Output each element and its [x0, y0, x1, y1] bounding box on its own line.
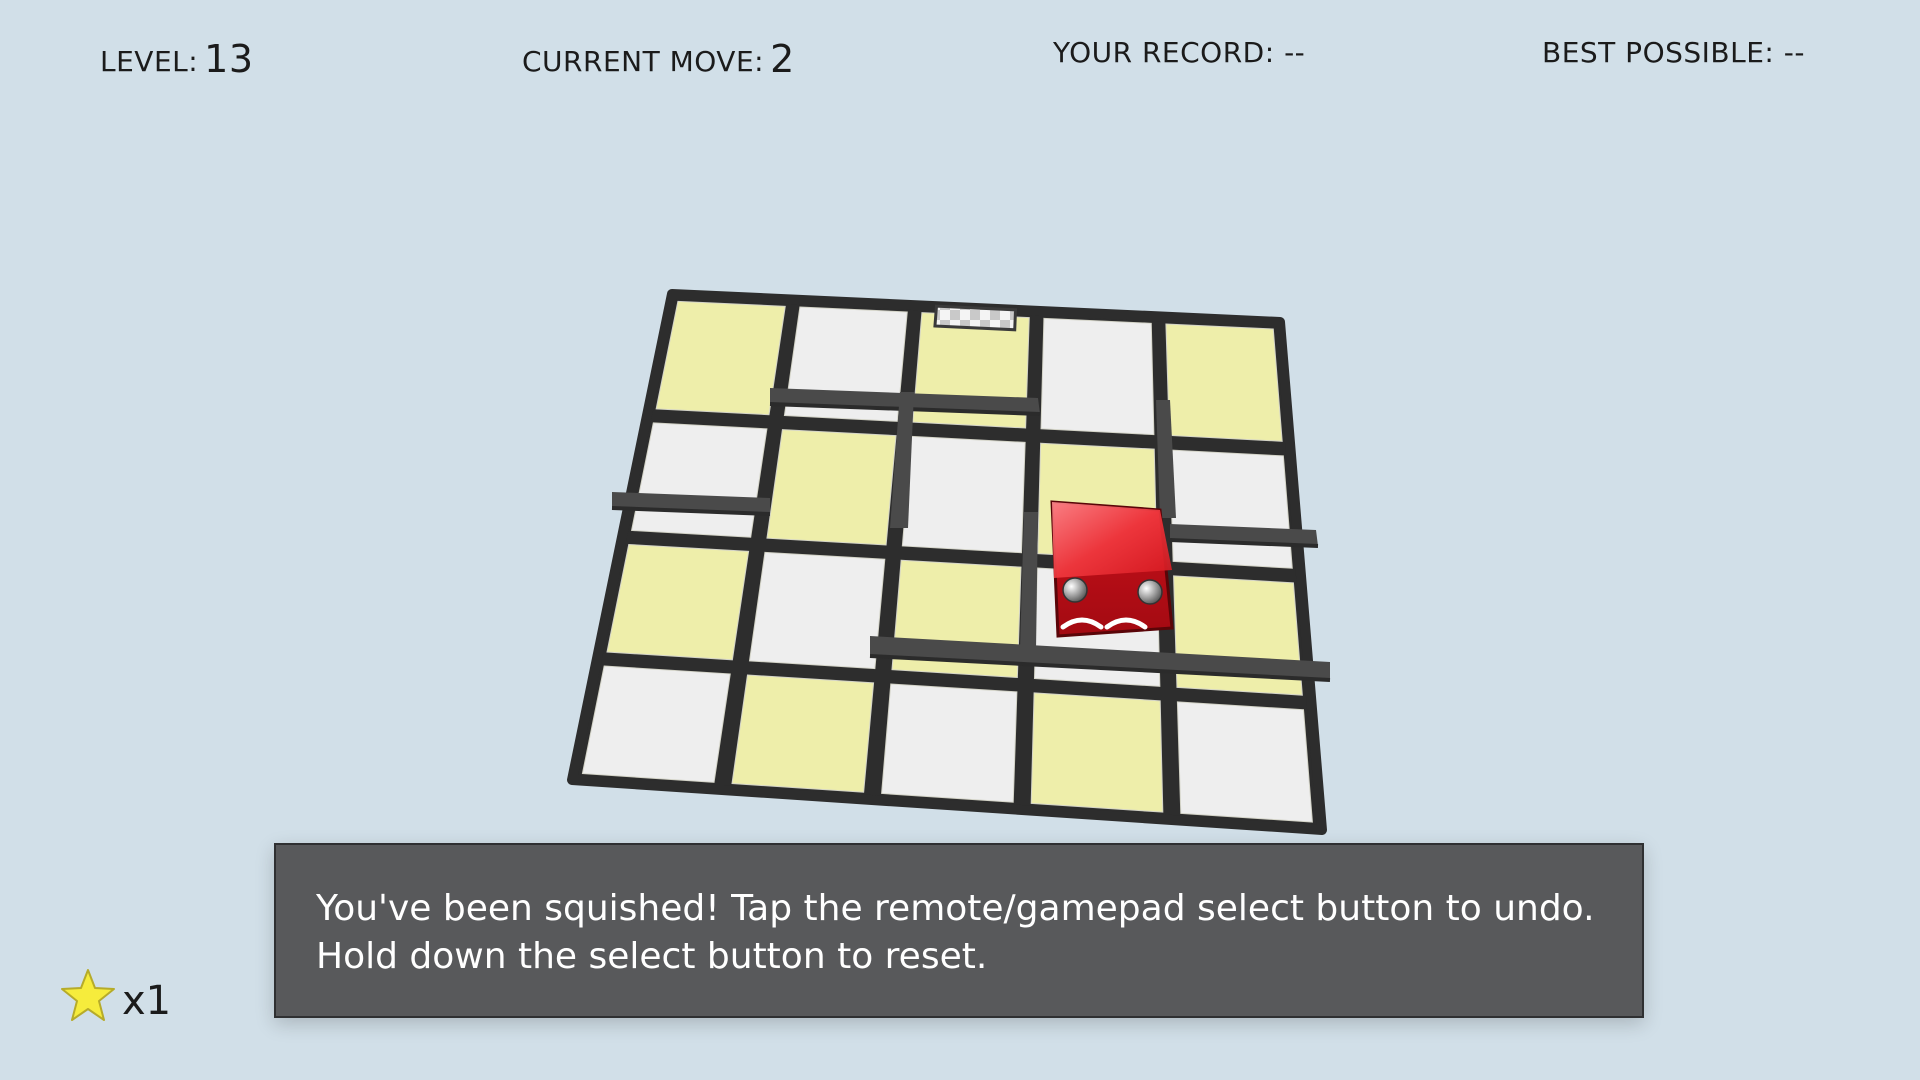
floor-tile — [655, 300, 786, 416]
player-cube-top — [1052, 502, 1172, 578]
message-line-2: Hold down the select button to reset. — [316, 936, 988, 977]
floor-tile — [901, 435, 1026, 554]
squished-message-panel: You've been squished! Tap the remote/gam… — [274, 843, 1644, 1018]
star-icon — [61, 969, 115, 1021]
floor-tile — [581, 665, 731, 783]
floor-tile — [1176, 701, 1313, 823]
floor-tile — [1030, 692, 1164, 813]
message-line-1: You've been squished! Tap the remote/gam… — [316, 888, 1595, 929]
floor-tile — [1165, 323, 1283, 442]
floor-tile — [630, 422, 768, 538]
star-count: x1 — [122, 978, 172, 1024]
goal-checkered-pad — [933, 304, 1018, 332]
floor-tile — [731, 674, 875, 793]
floor-tile — [748, 551, 886, 670]
spike-left — [1062, 577, 1088, 603]
floor-tile — [766, 429, 897, 546]
floor-tile — [1040, 317, 1155, 436]
spike-right — [1137, 579, 1163, 605]
floor-tile — [1169, 449, 1293, 569]
floor-tile — [606, 543, 750, 661]
player-cube — [1050, 500, 1174, 638]
floor-tile — [881, 683, 1018, 803]
